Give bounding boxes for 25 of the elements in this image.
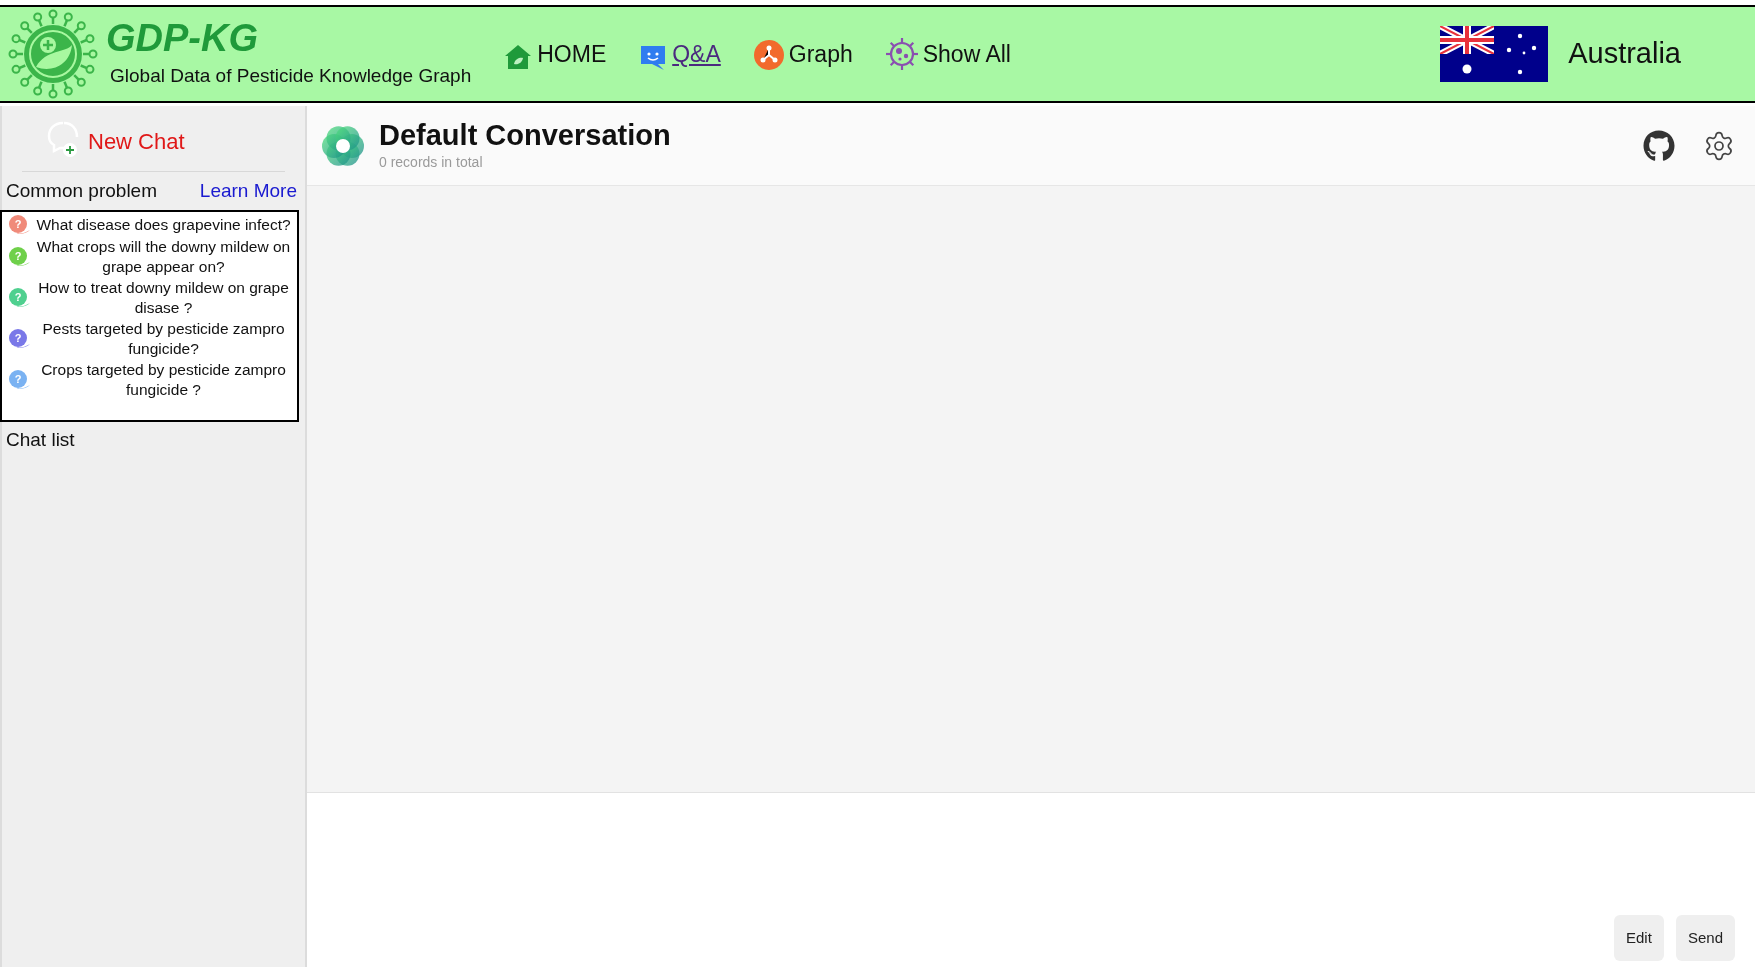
composer-button[interactable]: Edit [1613, 915, 1664, 961]
github-icon[interactable] [1643, 129, 1675, 162]
settings-icon[interactable] [1703, 129, 1735, 162]
virus-icon [884, 37, 919, 72]
question-link[interactable]: What disease does grapevine infect? [32, 215, 295, 235]
question-link[interactable]: Pests targeted by pesticide zampro fungicide? [32, 319, 295, 359]
record-count: 0 records in total [379, 153, 484, 172]
site-logo-text: GDP-KG [106, 17, 259, 58]
logo-icon [8, 9, 98, 99]
question-link[interactable]: What crops will the downy mildew on grape appear on? [32, 237, 295, 277]
nav-link[interactable]: HOME [503, 36, 607, 72]
site-subtitle: Global Data of Pesticide Knowledge Graph [110, 63, 472, 88]
chat-list-heading: Chat list [5, 428, 76, 452]
nav-link[interactable]: Q&A [638, 36, 721, 72]
question-link[interactable]: Crops targeted by pesticide zampro fungicide ? [32, 360, 295, 400]
nav-link[interactable]: Graph [752, 36, 853, 72]
composer-button[interactable]: Send [1675, 915, 1735, 961]
question-link[interactable]: How to treat downy mildew on grape disase ? [32, 278, 295, 318]
share-nodes-icon [752, 39, 785, 72]
new-chat-button[interactable]: New Chat [46, 119, 185, 158]
section-heading: Common problem [6, 178, 157, 203]
conversation-title: Default Conversation [379, 118, 671, 152]
nav-link[interactable]: Show All [884, 36, 1011, 72]
region-label: Australia [1568, 36, 1681, 72]
learn-more-link[interactable]: Learn More [199, 176, 297, 206]
